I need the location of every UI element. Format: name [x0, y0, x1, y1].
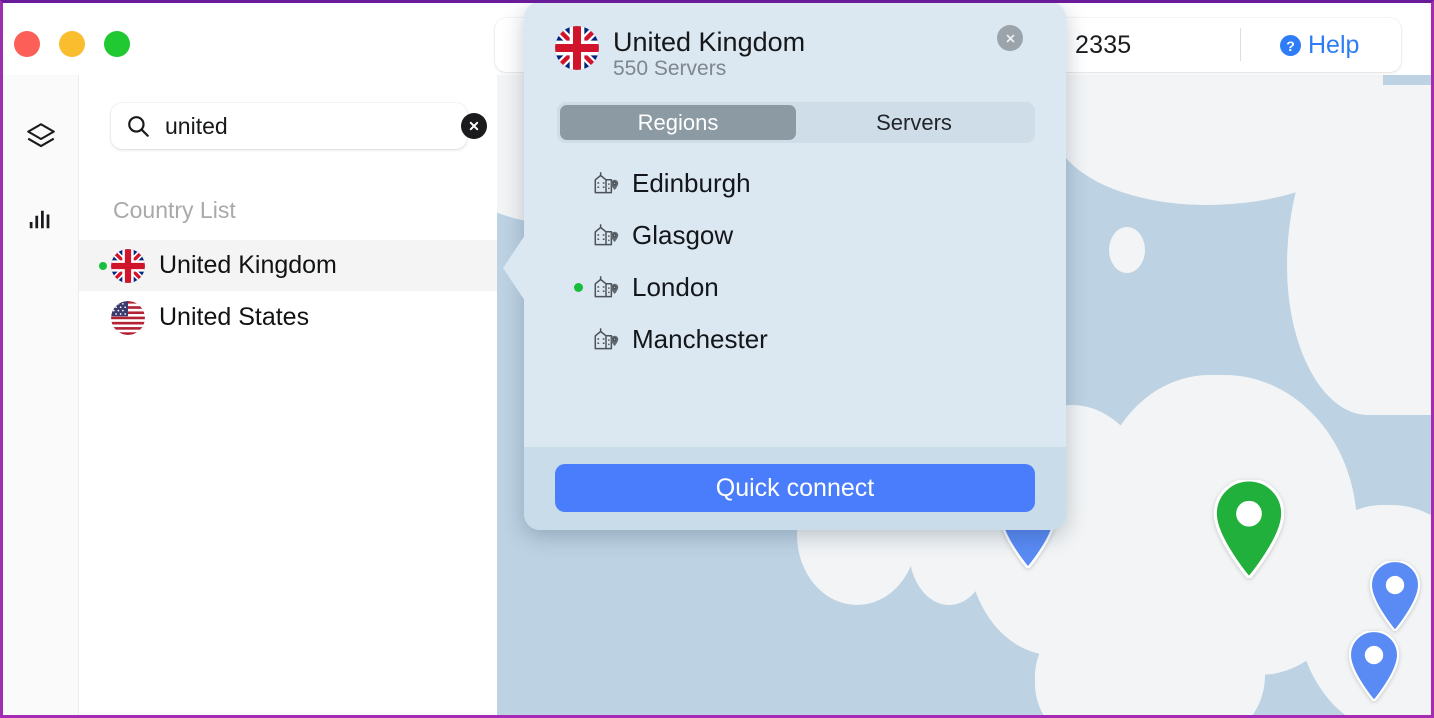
help-button[interactable]: ? Help [1280, 31, 1359, 60]
flag-uk-icon [555, 26, 599, 70]
traffic-lights [14, 31, 130, 57]
sidebar-item-united-kingdom[interactable]: United Kingdom ••• [79, 240, 540, 291]
bar-chart-icon [26, 202, 56, 237]
popup-tab-bar: Regions Servers [557, 102, 1035, 143]
close-window-button[interactable] [14, 31, 40, 57]
flag-uk-icon [111, 248, 145, 283]
sidebar-item-statistics[interactable] [17, 195, 65, 243]
map-pin-active[interactable] [1210, 480, 1288, 578]
map-pin[interactable] [1367, 561, 1423, 631]
city-pin-icon [590, 167, 622, 199]
region-name: Edinburgh [632, 167, 751, 198]
icon-rail [3, 75, 79, 715]
landmass [1109, 227, 1145, 273]
sidebar-item-united-states[interactable]: United States [79, 292, 497, 343]
country-name: United Kingdom [159, 251, 337, 279]
region-item-edinburgh[interactable]: Edinburgh [524, 157, 1066, 209]
search-input[interactable] [165, 112, 461, 140]
city-pin-icon [590, 219, 622, 251]
city-pin-icon [590, 271, 622, 303]
app-window: 2335 ? Help united Country List United K… [0, 0, 1434, 718]
popup-pointer [503, 235, 525, 301]
region-item-manchester[interactable]: Manchester [524, 313, 1066, 365]
popup-title: United Kingdom [613, 27, 806, 57]
minimize-window-button[interactable] [59, 31, 85, 57]
region-name: Manchester [632, 323, 768, 354]
close-popup-button[interactable] [997, 25, 1023, 51]
city-pin-icon [590, 323, 622, 355]
popup-footer: Quick connect [524, 447, 1066, 530]
search-box[interactable] [111, 103, 487, 149]
region-name: London [632, 271, 719, 302]
search-icon [125, 113, 151, 139]
region-name: Glasgow [632, 219, 734, 250]
region-list: Edinburgh Glasgow London Manchester [524, 157, 1066, 447]
quick-connect-button[interactable]: Quick connect [555, 464, 1035, 512]
flag-us-icon [111, 300, 145, 335]
layers-icon [24, 120, 58, 159]
help-label: Help [1308, 31, 1360, 59]
map-pin[interactable] [1346, 631, 1402, 701]
sidebar-item-layers[interactable] [17, 115, 65, 163]
country-name: United States [159, 303, 310, 331]
region-item-glasgow[interactable]: Glasgow [524, 209, 1066, 261]
country-list-header: Country List [113, 197, 236, 223]
popup-header: United Kingdom 550 Servers [524, 3, 1066, 90]
country-detail-popup: United Kingdom 550 Servers Regions Serve… [503, 3, 1066, 530]
country-sidebar: Country List United Kingdom ••• [79, 75, 540, 715]
region-item-london[interactable]: London [524, 261, 1066, 313]
clear-search-icon[interactable] [461, 113, 487, 139]
status-badge [99, 261, 107, 270]
question-mark-circle-icon: ? [1280, 35, 1301, 56]
top-number-text: 2335 [1075, 31, 1132, 59]
popup-server-count: 550 Servers [613, 57, 727, 80]
maximize-window-button[interactable] [104, 31, 130, 57]
tab-servers[interactable]: Servers [796, 105, 1032, 140]
toolbar-divider [1240, 28, 1241, 61]
tab-regions[interactable]: Regions [560, 105, 796, 140]
status-badge [574, 282, 583, 292]
